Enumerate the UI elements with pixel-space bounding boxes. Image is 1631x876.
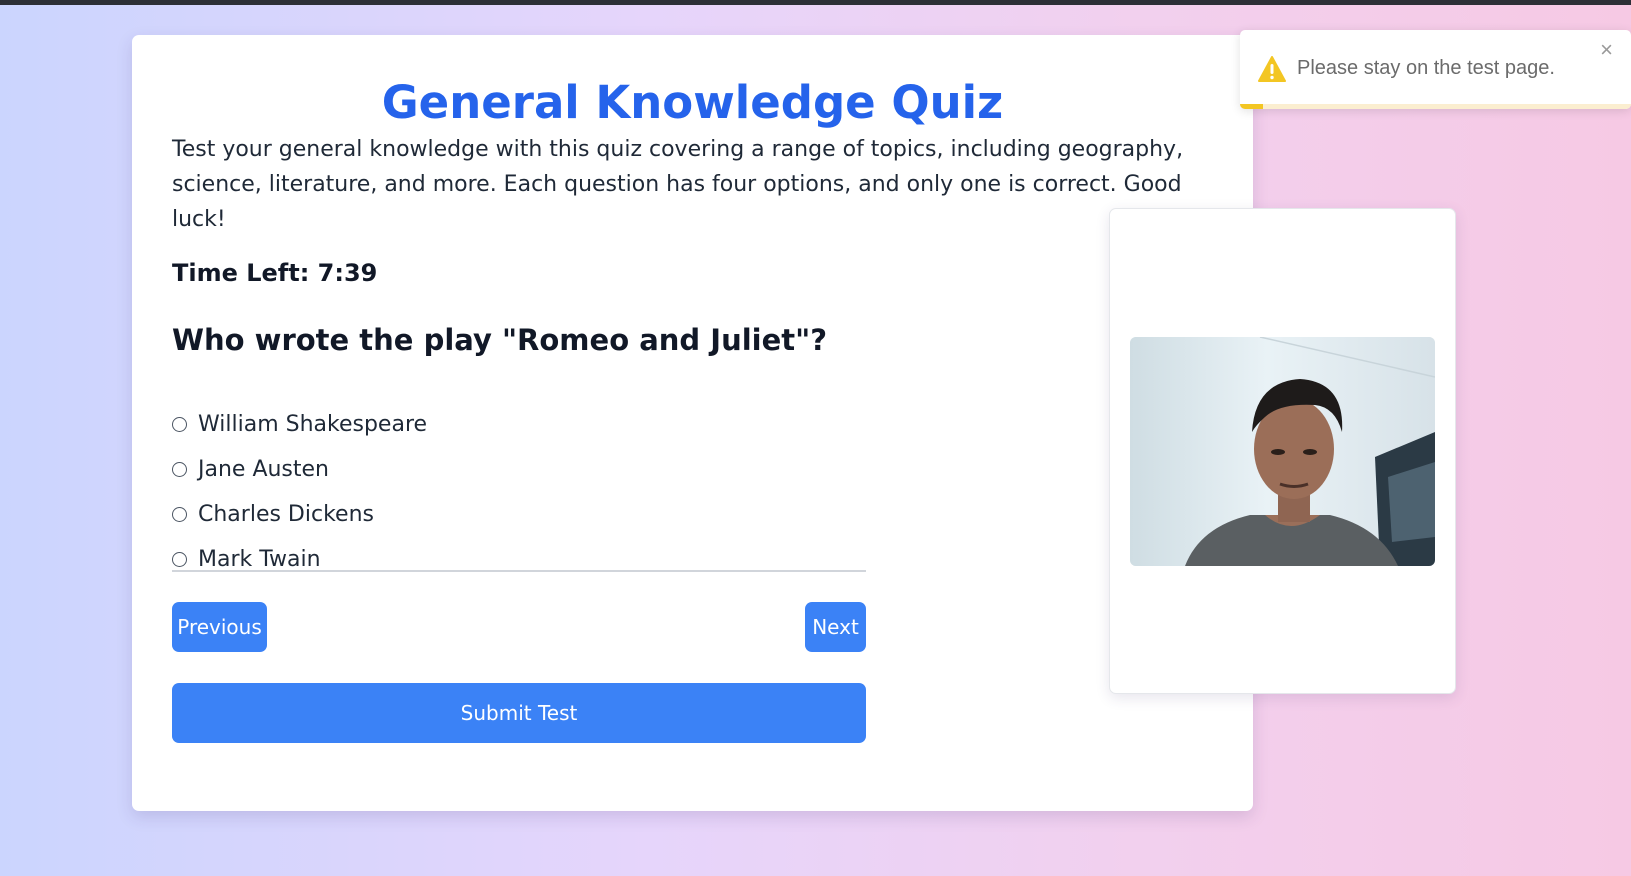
radio-button[interactable] <box>172 507 187 522</box>
warning-icon <box>1258 56 1286 82</box>
warning-toast: Please stay on the test page. × <box>1240 30 1631 109</box>
time-left: Time Left: 7:39 <box>172 259 378 287</box>
answer-options: William Shakespeare Jane Austen Charles … <box>172 405 427 585</box>
webcam-feed <box>1130 337 1435 566</box>
previous-button[interactable]: Previous <box>172 602 267 652</box>
radio-button[interactable] <box>172 552 187 567</box>
toast-progress-bar <box>1240 104 1631 109</box>
quiz-title: General Knowledge Quiz <box>381 76 1004 129</box>
webcam-panel <box>1109 208 1456 694</box>
browser-top-bar <box>0 0 1631 5</box>
option-label: Charles Dickens <box>198 501 374 527</box>
quiz-card: General Knowledge Quiz Test your general… <box>132 35 1253 811</box>
option-charles-dickens[interactable]: Charles Dickens <box>172 495 427 540</box>
option-jane-austen[interactable]: Jane Austen <box>172 450 427 495</box>
radio-button[interactable] <box>172 417 187 432</box>
option-label: William Shakespeare <box>198 411 428 437</box>
close-icon[interactable]: × <box>1600 38 1613 62</box>
submit-test-button[interactable]: Submit Test <box>172 683 866 743</box>
option-label: Jane Austen <box>198 456 330 482</box>
webcam-person-image <box>1130 337 1435 566</box>
toast-message: Please stay on the test page. <box>1297 57 1555 79</box>
next-button[interactable]: Next <box>805 602 866 652</box>
divider <box>172 570 866 572</box>
question-text: Who wrote the play "Romeo and Juliet"? <box>172 323 828 357</box>
option-william-shakespeare[interactable]: William Shakespeare <box>172 405 427 450</box>
option-mark-twain[interactable]: Mark Twain <box>172 540 427 585</box>
toast-progress-fill <box>1240 104 1264 109</box>
radio-button[interactable] <box>172 462 187 477</box>
quiz-description: Test your general knowledge with this qu… <box>172 137 1184 232</box>
